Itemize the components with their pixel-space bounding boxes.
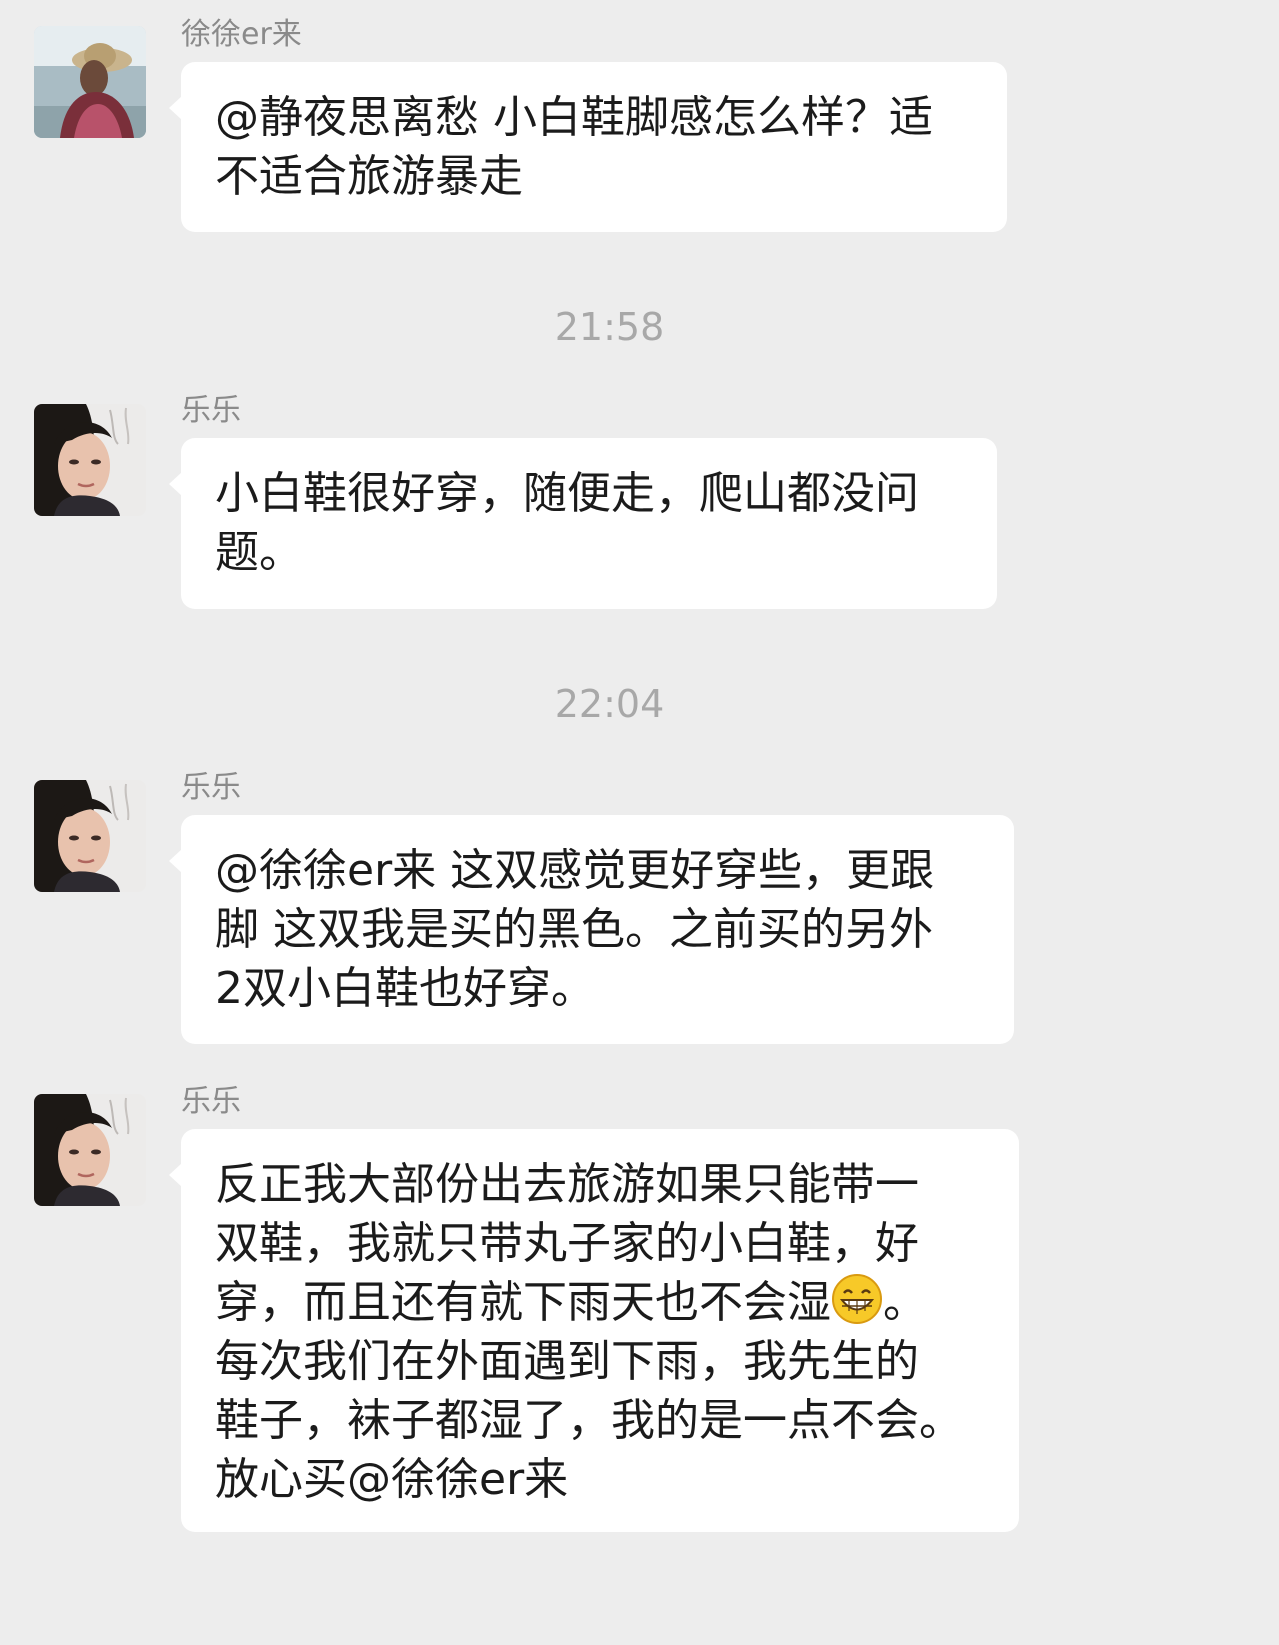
message-text: @徐徐er来 这双感觉更好穿些，更跟 脚 这双我是买的黑色。之前买的另外 2双小… (215, 845, 935, 1014)
timestamp: 21:58 (554, 305, 665, 349)
chat-history: 徐徐er来 @静夜思离愁 小白鞋脚感怎么样？适 不适合旅游暴走 21:58 乐乐 (0, 0, 1279, 1645)
sender-name: 徐徐er来 (181, 17, 302, 52)
avatar-lele[interactable] (34, 1094, 146, 1206)
message-text: 反正我大部份出去旅游如果只能带一 双鞋，我就只带丸子家的小白鞋，好 穿，而且还有… (215, 1155, 985, 1509)
avatar-lele[interactable] (34, 404, 146, 516)
sender-name: 乐乐 (181, 770, 241, 805)
message-text-part: 反正我大部份出去旅游如果只能带一 双鞋，我就只带丸子家的小白鞋，好 穿，而且还有… (215, 1159, 919, 1328)
grinning-face-emoji-icon (831, 1273, 883, 1325)
message-bubble[interactable]: @静夜思离愁 小白鞋脚感怎么样？适 不适合旅游暴走 (169, 62, 1007, 232)
message-bubble[interactable]: 小白鞋很好穿，随便走，爬山都没问 题。 (169, 438, 997, 609)
avatar-lele[interactable] (34, 780, 146, 892)
sender-name: 乐乐 (181, 393, 241, 428)
timestamp: 22:04 (554, 682, 665, 726)
message-text: @静夜思离愁 小白鞋脚感怎么样？适 不适合旅游暴走 (215, 92, 933, 202)
message-bubble[interactable]: 反正我大部份出去旅游如果只能带一 双鞋，我就只带丸子家的小白鞋，好 穿，而且还有… (169, 1129, 1019, 1532)
message-text: 小白鞋很好穿，随便走，爬山都没问 题。 (215, 468, 919, 578)
message-bubble[interactable]: @徐徐er来 这双感觉更好穿些，更跟 脚 这双我是买的黑色。之前买的另外 2双小… (169, 815, 1014, 1044)
sender-name: 乐乐 (181, 1084, 241, 1119)
avatar-xuxu[interactable] (34, 26, 146, 138)
